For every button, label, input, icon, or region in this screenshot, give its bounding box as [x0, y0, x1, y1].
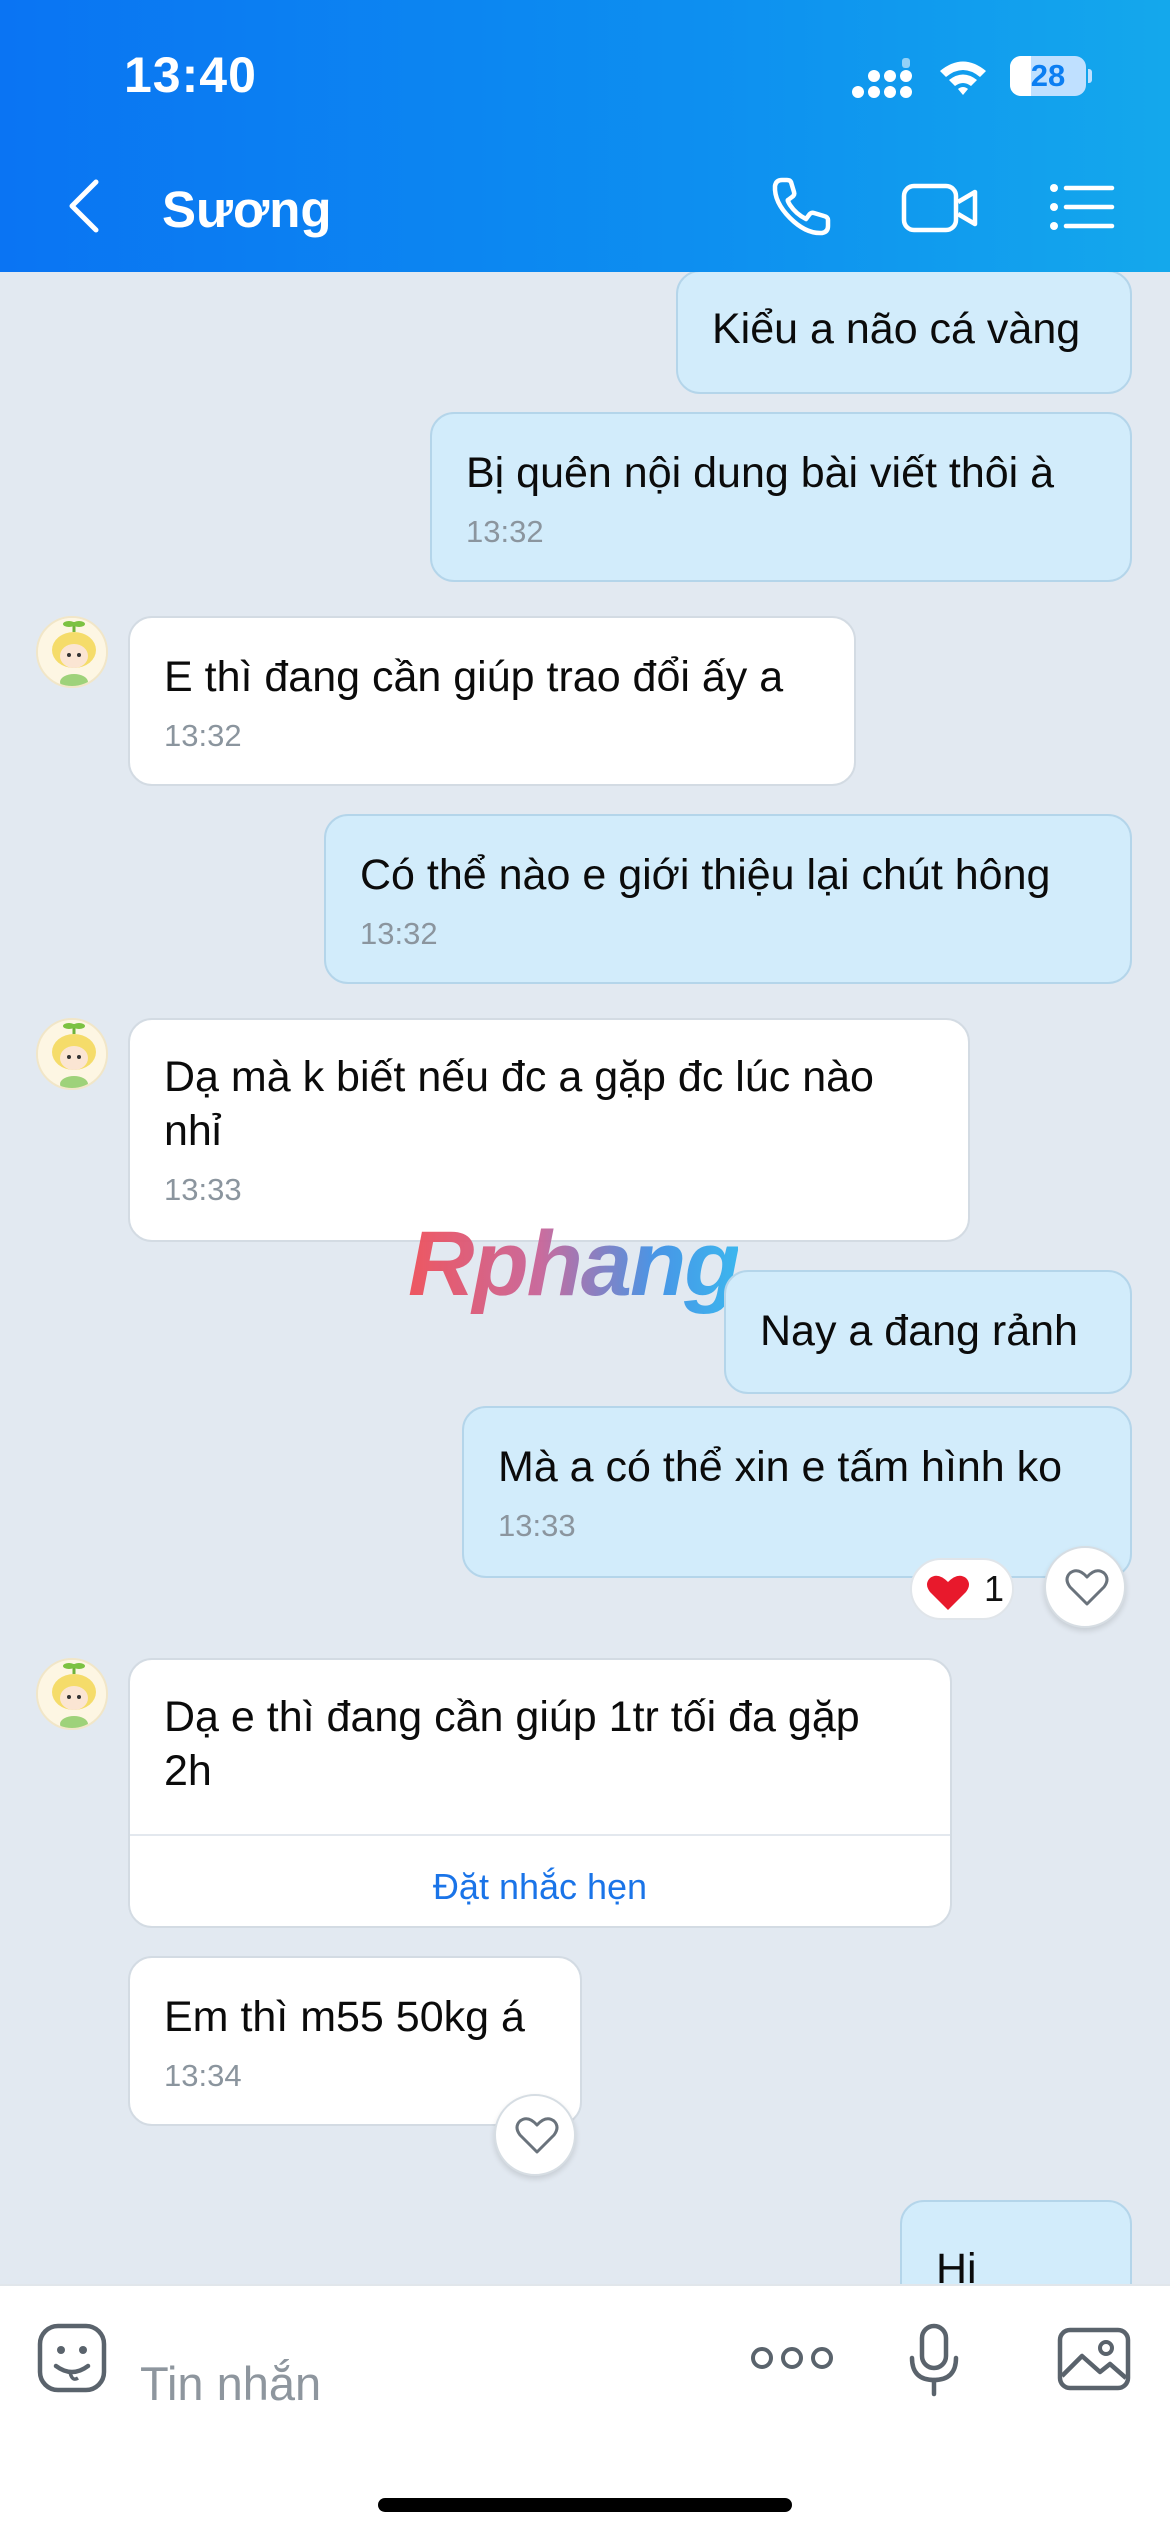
message-text: Dạ mà k biết nếu đc a gặp đc lúc nào nhỉ [164, 1053, 874, 1155]
message-text: Kiểu a não cá vàng [712, 305, 1081, 353]
incoming-message[interactable]: E thì đang cần giúp trao đổi ấy a 13:32 [128, 616, 856, 786]
message-time: 13:34 [164, 2058, 242, 2093]
more-icon[interactable] [750, 2342, 834, 2374]
menu-list-icon[interactable] [1046, 172, 1118, 242]
outgoing-message[interactable]: Kiểu a não cá vàng [676, 272, 1132, 394]
message-time: 13:32 [360, 916, 438, 951]
message-text: Bị quên nội dung bài viết thôi à [466, 449, 1055, 497]
message-text: Dạ e thì đang cần giúp 1tr tối đa gặp 2h [164, 1693, 860, 1795]
status-time: 13:40 [124, 47, 257, 103]
message-time: 13:33 [164, 1172, 242, 1207]
contact-avatar[interactable] [36, 1658, 108, 1730]
video-call-icon[interactable] [900, 172, 980, 242]
react-heart-button[interactable] [1044, 1546, 1126, 1628]
reminder-divider [130, 1834, 950, 1836]
message-input[interactable]: Tin nhắn [140, 2356, 321, 2411]
back-chevron-icon[interactable] [58, 176, 112, 236]
watermark-logo: Rphang [408, 1213, 740, 1315]
outgoing-message[interactable]: Nay a đang rảnh [724, 1270, 1132, 1394]
battery-level: 28 [1030, 58, 1066, 93]
sticker-icon[interactable] [36, 2322, 108, 2394]
outgoing-message[interactable]: Mà a có thể xin e tấm hình ko 13:33 [462, 1406, 1132, 1578]
microphone-icon[interactable] [906, 2322, 962, 2398]
heart-outline-icon [1065, 1569, 1109, 1606]
message-list[interactable]: Kiểu a não cá vàng Bị quên nội dung bài … [0, 272, 1170, 2284]
set-reminder-link[interactable]: Đặt nhắc hẹn [130, 1860, 950, 1914]
incoming-message[interactable]: Dạ e thì đang cần giúp 1tr tối đa gặp 2h… [128, 1658, 952, 1928]
battery-tip [1088, 69, 1092, 83]
reaction-count: 1 [984, 1568, 1005, 1609]
battery-indicator: 28 [1010, 56, 1086, 96]
message-text: Mà a có thể xin e tấm hình ko [498, 1443, 1063, 1491]
message-text: Nay a đang rảnh [760, 1307, 1078, 1355]
chat-header: 13:40 28 Sương [0, 0, 1170, 272]
message-text: Em thì m55 50kg á [164, 1993, 525, 2041]
cellular-signal-icon [852, 58, 912, 98]
phone-icon[interactable] [766, 172, 838, 242]
home-indicator [378, 2498, 792, 2512]
reaction-badge[interactable]: 1 [910, 1558, 1014, 1620]
contact-name[interactable]: Sương [162, 180, 332, 239]
message-text: Có thể nào e giới thiệu lại chút hông [360, 851, 1051, 899]
status-icons: 28 [850, 52, 1092, 102]
image-icon[interactable] [1056, 2326, 1132, 2392]
heart-outline-icon [515, 2117, 559, 2154]
message-text: Hi [936, 2245, 977, 2284]
message-time: 13:32 [466, 514, 544, 549]
avatar-image [38, 618, 106, 686]
message-time: 13:33 [498, 1508, 576, 1543]
red-heart-icon [927, 1575, 969, 1610]
avatar-image [38, 1660, 106, 1728]
react-heart-button[interactable] [494, 2094, 576, 2176]
contact-avatar[interactable] [36, 616, 108, 688]
incoming-message[interactable]: Dạ mà k biết nếu đc a gặp đc lúc nào nhỉ… [128, 1018, 970, 1242]
avatar-image [38, 1020, 106, 1088]
outgoing-message[interactable]: Có thể nào e giới thiệu lại chút hông 13… [324, 814, 1132, 984]
outgoing-message[interactable]: Hi [900, 2200, 1132, 2284]
message-time: 13:32 [164, 718, 242, 753]
contact-avatar[interactable] [36, 1018, 108, 1090]
message-text: E thì đang cần giúp trao đổi ấy a [164, 653, 784, 701]
outgoing-message[interactable]: Bị quên nội dung bài viết thôi à 13:32 [430, 412, 1132, 582]
battery-fill [1010, 56, 1032, 96]
message-input-bar: Tin nhắn [0, 2284, 1170, 2532]
wifi-icon [940, 61, 986, 95]
